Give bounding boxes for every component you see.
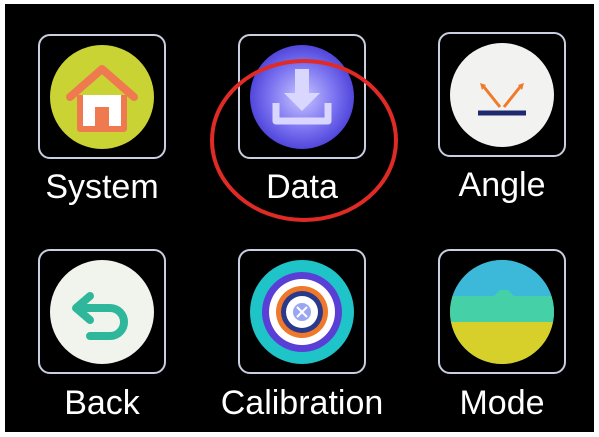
data-label: Data: [266, 168, 338, 206]
home-icon: [50, 44, 154, 149]
mode-label: Mode: [459, 384, 545, 422]
back-tile[interactable]: [38, 249, 166, 374]
back-label: Back: [64, 384, 140, 422]
mode-tile[interactable]: [438, 249, 566, 374]
angle-tile[interactable]: [438, 32, 566, 157]
calibration-label: Calibration: [220, 384, 384, 422]
back-arrow-icon: [50, 259, 154, 364]
system-label: System: [45, 168, 159, 206]
mode-icon: [450, 259, 554, 364]
data-tile[interactable]: [238, 34, 366, 159]
target-icon: [250, 259, 354, 364]
menu-screen: System Data Angle Back Calibration Mode: [5, 4, 594, 432]
angle-icon: [450, 42, 554, 147]
calibration-tile[interactable]: [238, 249, 366, 374]
system-tile[interactable]: [38, 34, 166, 159]
angle-label: Angle: [458, 166, 546, 204]
download-icon: [250, 44, 354, 149]
